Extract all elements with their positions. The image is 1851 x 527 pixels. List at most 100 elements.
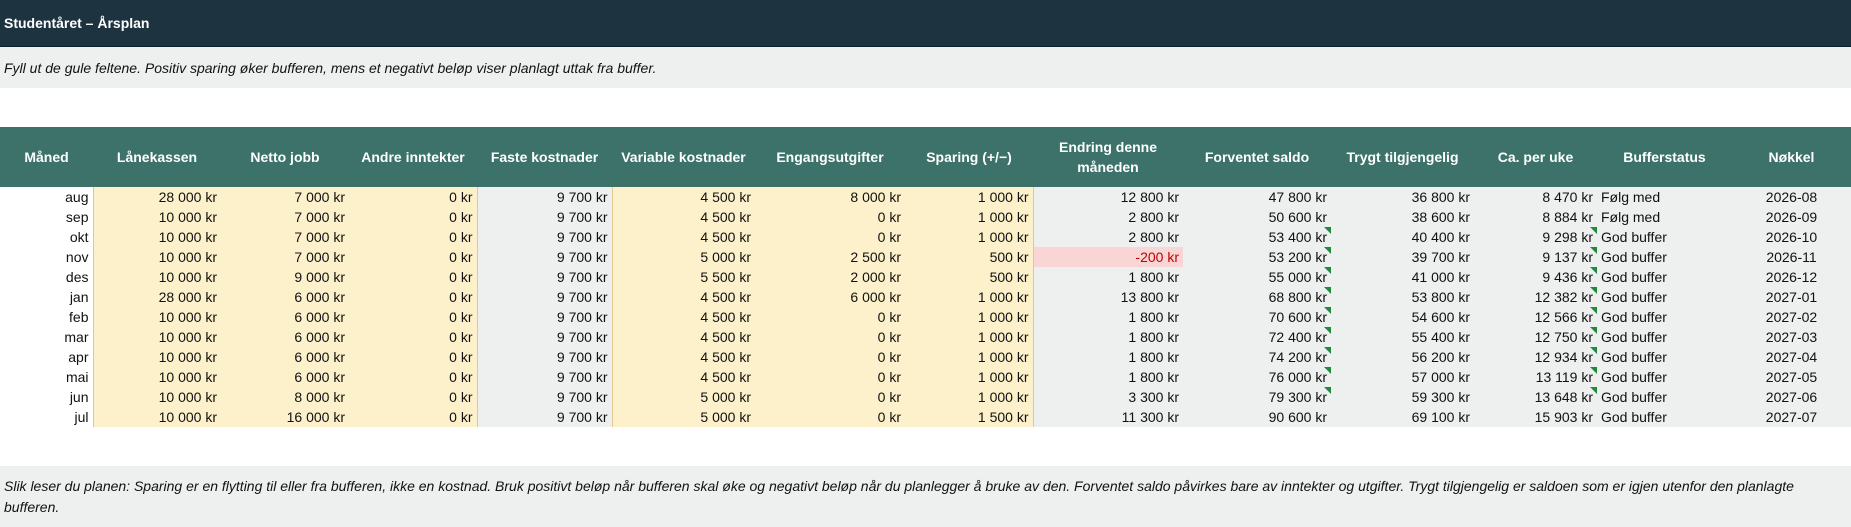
cell-forventet-saldo[interactable]: 74 200 kr bbox=[1183, 347, 1331, 367]
cell-engangsutgifter[interactable]: 2 500 kr bbox=[755, 247, 905, 267]
cell-netto-jobb[interactable]: 6 000 kr bbox=[221, 347, 349, 367]
cell-ca-per-uke[interactable]: 13 648 kr bbox=[1474, 387, 1597, 407]
cell-forventet-saldo[interactable]: 53 200 kr bbox=[1183, 247, 1331, 267]
cell-netto-jobb[interactable]: 8 000 kr bbox=[221, 387, 349, 407]
cell-variable-kostnader[interactable]: 5 000 kr bbox=[611, 387, 755, 407]
cell-forventet-saldo[interactable]: 47 800 kr bbox=[1183, 187, 1331, 207]
cell-variable-kostnader[interactable]: 4 500 kr bbox=[611, 227, 755, 247]
cell-endring[interactable]: -200 kr bbox=[1033, 247, 1183, 267]
cell-sparing[interactable]: 1 000 kr bbox=[905, 307, 1034, 327]
cell-lanekassen[interactable]: 28 000 kr bbox=[92, 187, 221, 207]
cell-variable-kostnader[interactable]: 5 000 kr bbox=[611, 407, 755, 427]
header-andre-inntekter[interactable]: Andre inntekter bbox=[349, 127, 477, 187]
cell-lanekassen[interactable]: 10 000 kr bbox=[92, 387, 221, 407]
cell-forventet-saldo[interactable]: 70 600 kr bbox=[1183, 307, 1331, 327]
cell-faste-kostnader[interactable]: 9 700 kr bbox=[477, 267, 612, 287]
cell-nokkel[interactable]: 2026-12 bbox=[1732, 267, 1851, 287]
cell-month[interactable]: sep bbox=[0, 207, 93, 227]
cell-bufferstatus[interactable]: God buffer bbox=[1597, 267, 1732, 287]
cell-variable-kostnader[interactable]: 4 500 kr bbox=[611, 327, 755, 347]
cell-andre-inntekter[interactable]: 0 kr bbox=[349, 327, 478, 347]
cell-variable-kostnader[interactable]: 5 000 kr bbox=[611, 247, 755, 267]
cell-forventet-saldo[interactable]: 90 600 kr bbox=[1183, 407, 1331, 427]
cell-andre-inntekter[interactable]: 0 kr bbox=[349, 227, 478, 247]
cell-andre-inntekter[interactable]: 0 kr bbox=[349, 247, 478, 267]
cell-andre-inntekter[interactable]: 0 kr bbox=[349, 347, 478, 367]
cell-month[interactable]: okt bbox=[0, 227, 93, 247]
cell-sparing[interactable]: 500 kr bbox=[905, 247, 1034, 267]
cell-lanekassen[interactable]: 10 000 kr bbox=[92, 227, 221, 247]
cell-netto-jobb[interactable]: 7 000 kr bbox=[221, 227, 349, 247]
cell-bufferstatus[interactable]: God buffer bbox=[1597, 407, 1732, 427]
cell-variable-kostnader[interactable]: 4 500 kr bbox=[611, 367, 755, 387]
cell-engangsutgifter[interactable]: 6 000 kr bbox=[755, 287, 905, 307]
cell-ca-per-uke[interactable]: 9 436 kr bbox=[1474, 267, 1597, 287]
cell-engangsutgifter[interactable]: 0 kr bbox=[755, 307, 905, 327]
cell-lanekassen[interactable]: 10 000 kr bbox=[92, 307, 221, 327]
cell-ca-per-uke[interactable]: 8 470 kr bbox=[1474, 187, 1597, 207]
cell-trygt-tilgjengelig[interactable]: 69 100 kr bbox=[1331, 407, 1474, 427]
cell-engangsutgifter[interactable]: 0 kr bbox=[755, 327, 905, 347]
cell-forventet-saldo[interactable]: 72 400 kr bbox=[1183, 327, 1331, 347]
cell-ca-per-uke[interactable]: 12 382 kr bbox=[1474, 287, 1597, 307]
cell-endring[interactable]: 11 300 kr bbox=[1033, 407, 1183, 427]
cell-andre-inntekter[interactable]: 0 kr bbox=[349, 407, 478, 427]
cell-trygt-tilgjengelig[interactable]: 38 600 kr bbox=[1331, 207, 1474, 227]
cell-trygt-tilgjengelig[interactable]: 36 800 kr bbox=[1331, 187, 1474, 207]
cell-variable-kostnader[interactable]: 4 500 kr bbox=[611, 287, 755, 307]
cell-netto-jobb[interactable]: 7 000 kr bbox=[221, 207, 349, 227]
cell-nokkel[interactable]: 2027-02 bbox=[1732, 307, 1851, 327]
cell-netto-jobb[interactable]: 7 000 kr bbox=[221, 187, 349, 207]
cell-month[interactable]: feb bbox=[0, 307, 93, 327]
cell-andre-inntekter[interactable]: 0 kr bbox=[349, 307, 478, 327]
cell-lanekassen[interactable]: 10 000 kr bbox=[92, 367, 221, 387]
cell-ca-per-uke[interactable]: 12 750 kr bbox=[1474, 327, 1597, 347]
cell-andre-inntekter[interactable]: 0 kr bbox=[349, 287, 478, 307]
cell-faste-kostnader[interactable]: 9 700 kr bbox=[477, 247, 612, 267]
cell-endring[interactable]: 2 800 kr bbox=[1033, 227, 1183, 247]
cell-engangsutgifter[interactable]: 0 kr bbox=[755, 347, 905, 367]
cell-sparing[interactable]: 1 000 kr bbox=[905, 387, 1034, 407]
cell-forventet-saldo[interactable]: 55 000 kr bbox=[1183, 267, 1331, 287]
header-netto-jobb[interactable]: Netto jobb bbox=[221, 127, 349, 187]
cell-endring[interactable]: 12 800 kr bbox=[1033, 187, 1183, 207]
cell-variable-kostnader[interactable]: 4 500 kr bbox=[611, 347, 755, 367]
cell-faste-kostnader[interactable]: 9 700 kr bbox=[477, 407, 612, 427]
cell-andre-inntekter[interactable]: 0 kr bbox=[349, 387, 478, 407]
cell-netto-jobb[interactable]: 7 000 kr bbox=[221, 247, 349, 267]
cell-sparing[interactable]: 1 000 kr bbox=[905, 367, 1034, 387]
cell-sparing[interactable]: 1 000 kr bbox=[905, 207, 1034, 227]
cell-bufferstatus[interactable]: Følg med bbox=[1597, 207, 1732, 227]
cell-month[interactable]: jun bbox=[0, 387, 93, 407]
cell-faste-kostnader[interactable]: 9 700 kr bbox=[477, 227, 612, 247]
cell-endring[interactable]: 1 800 kr bbox=[1033, 267, 1183, 287]
cell-endring[interactable]: 13 800 kr bbox=[1033, 287, 1183, 307]
cell-nokkel[interactable]: 2026-08 bbox=[1732, 187, 1851, 207]
cell-sparing[interactable]: 1 000 kr bbox=[905, 347, 1034, 367]
header-faste-kostnader[interactable]: Faste kostnader bbox=[477, 127, 612, 187]
cell-lanekassen[interactable]: 10 000 kr bbox=[92, 347, 221, 367]
header-ca-per-uke[interactable]: Ca. per uke bbox=[1474, 127, 1597, 187]
cell-nokkel[interactable]: 2026-10 bbox=[1732, 227, 1851, 247]
cell-trygt-tilgjengelig[interactable]: 56 200 kr bbox=[1331, 347, 1474, 367]
cell-faste-kostnader[interactable]: 9 700 kr bbox=[477, 207, 612, 227]
cell-ca-per-uke[interactable]: 12 934 kr bbox=[1474, 347, 1597, 367]
cell-bufferstatus[interactable]: God buffer bbox=[1597, 287, 1732, 307]
header-bufferstatus[interactable]: Bufferstatus bbox=[1597, 127, 1732, 187]
cell-lanekassen[interactable]: 10 000 kr bbox=[92, 327, 221, 347]
cell-engangsutgifter[interactable]: 0 kr bbox=[755, 227, 905, 247]
cell-endring[interactable]: 2 800 kr bbox=[1033, 207, 1183, 227]
cell-faste-kostnader[interactable]: 9 700 kr bbox=[477, 187, 612, 207]
cell-engangsutgifter[interactable]: 0 kr bbox=[755, 207, 905, 227]
cell-forventet-saldo[interactable]: 68 800 kr bbox=[1183, 287, 1331, 307]
cell-nokkel[interactable]: 2027-03 bbox=[1732, 327, 1851, 347]
cell-endring[interactable]: 1 800 kr bbox=[1033, 367, 1183, 387]
cell-faste-kostnader[interactable]: 9 700 kr bbox=[477, 347, 612, 367]
cell-endring[interactable]: 1 800 kr bbox=[1033, 347, 1183, 367]
cell-bufferstatus[interactable]: God buffer bbox=[1597, 307, 1732, 327]
cell-lanekassen[interactable]: 10 000 kr bbox=[92, 207, 221, 227]
cell-nokkel[interactable]: 2027-01 bbox=[1732, 287, 1851, 307]
header-trygt-tilgjengelig[interactable]: Trygt tilgjengelig bbox=[1331, 127, 1474, 187]
cell-nokkel[interactable]: 2027-05 bbox=[1732, 367, 1851, 387]
cell-forventet-saldo[interactable]: 53 400 kr bbox=[1183, 227, 1331, 247]
